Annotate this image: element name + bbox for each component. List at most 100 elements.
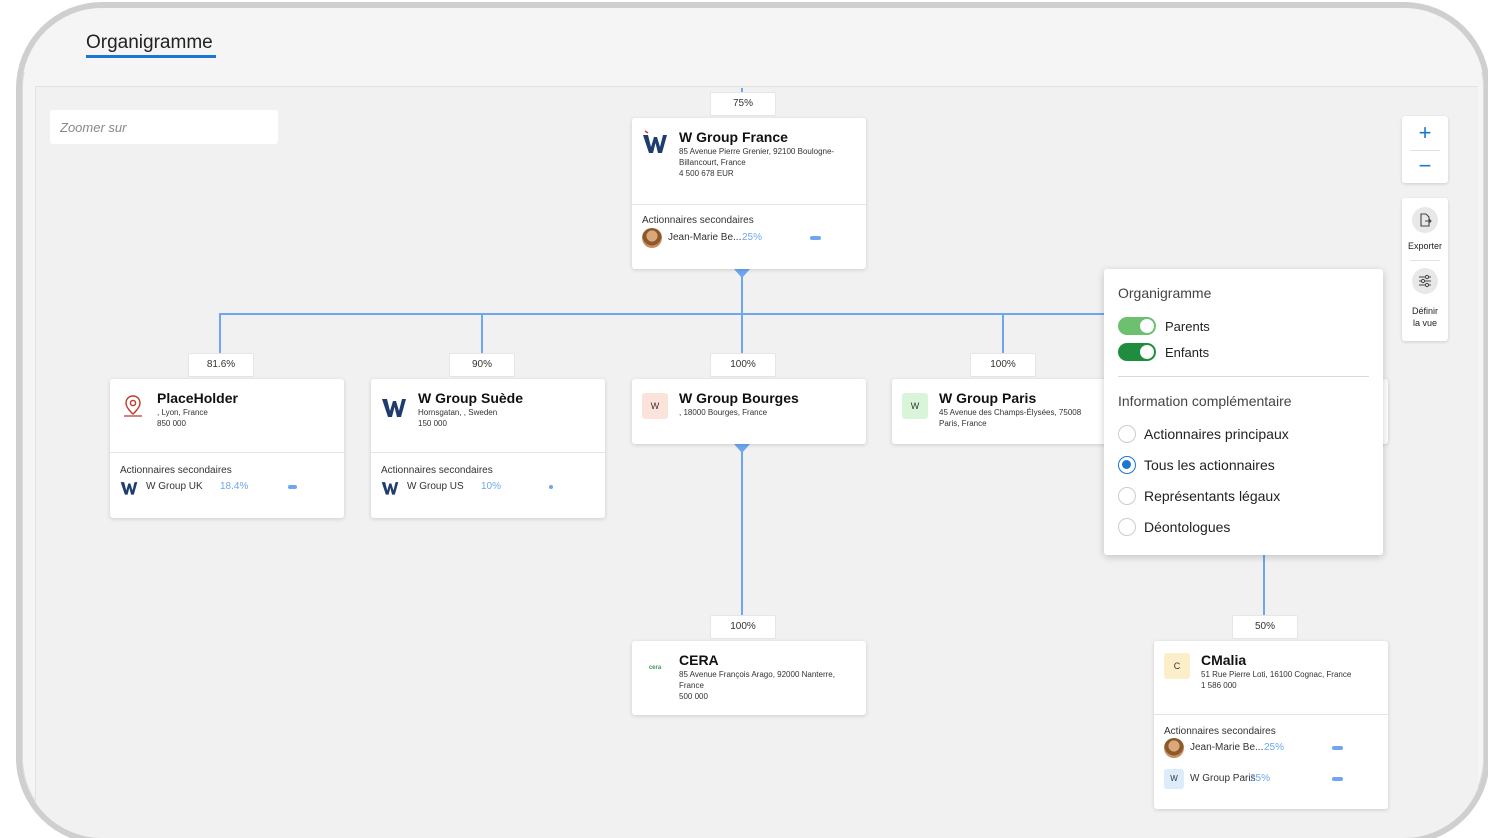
address-line: , Lyon, France (157, 408, 208, 417)
node-address: 85 Avenue François Arago, 92000 Nanterre… (679, 669, 859, 702)
node-capital: 1 586 000 (1201, 681, 1237, 690)
radio-compliance-officers[interactable] (1118, 518, 1136, 536)
connector-line (741, 445, 743, 617)
node-address: 51 Rue Pierre Loti, 16100 Cognac, France… (1201, 669, 1381, 691)
org-node-cmalia[interactable]: C CMalia 51 Rue Pierre Loti, 16100 Cogna… (1154, 641, 1388, 809)
org-node-placeholder[interactable]: PlaceHolder , Lyon, France 850 000 Actio… (110, 379, 344, 518)
shareholder-row[interactable]: W W Group Paris 25% (1164, 769, 1374, 789)
page-title[interactable]: Organigramme (86, 32, 213, 54)
radio-legal-representatives[interactable] (1118, 487, 1136, 505)
divider (1410, 260, 1440, 261)
shareholder-bar (1332, 746, 1343, 750)
address-line: Billancourt, France (679, 158, 746, 167)
shareholder-bar (1332, 777, 1343, 781)
shareholder-row[interactable]: W Group UK 18.4% (120, 477, 330, 497)
org-node-w-group-bourges[interactable]: W W Group Bourges , 18000 Bourges, Franc… (632, 379, 866, 444)
secondary-shareholders-label: Actionnaires secondaires (120, 465, 232, 476)
top-bar: Organigramme (22, 8, 1484, 72)
w-group-logo-icon (643, 130, 667, 153)
shareholder-row[interactable]: W Group US 10% (381, 477, 591, 497)
active-tab-indicator (86, 55, 216, 58)
shareholder-name: W Group US (407, 481, 464, 492)
node-capital: 500 000 (679, 692, 708, 701)
define-view-label[interactable]: la vue (1402, 317, 1448, 329)
shareholder-name: Jean-Marie Be... (668, 232, 742, 243)
location-pin-icon (124, 395, 142, 417)
settings-sliders-icon[interactable] (1412, 268, 1438, 294)
w-group-logo-icon (381, 482, 399, 495)
radio-main-shareholders[interactable] (1118, 425, 1136, 443)
shareholder-bar (810, 236, 821, 240)
shareholder-percentage: 10% (481, 481, 502, 492)
define-view-label[interactable]: Définir (1402, 305, 1448, 317)
address-line: 85 Avenue François Arago, 92000 Nanterre… (679, 670, 835, 679)
secondary-shareholders-label: Actionnaires secondaires (1164, 726, 1276, 737)
expand-arrow-icon[interactable] (734, 269, 750, 278)
radio-label: Représentants légaux (1144, 488, 1281, 504)
connector-line (219, 313, 1105, 315)
radio-all-shareholders[interactable] (1118, 456, 1136, 474)
avatar (1164, 738, 1184, 758)
divider (632, 204, 866, 205)
company-initial-badge: W (642, 393, 668, 419)
secondary-shareholders-label: Actionnaires secondaires (381, 465, 493, 476)
shareholder-percentage: 25% (742, 232, 763, 243)
shareholder-percentage: 18.4% (220, 481, 249, 492)
node-capital: 4 500 678 EUR (679, 169, 734, 178)
ownership-percentage: 81.6% (188, 353, 254, 377)
toggle-knob (1140, 319, 1154, 333)
node-address: 85 Avenue Pierre Grenier, 92100 Boulogne… (679, 146, 859, 179)
node-name: CMalia (1201, 652, 1247, 668)
expand-arrow-icon[interactable] (734, 444, 750, 453)
ownership-percentage: 50% (1232, 615, 1298, 639)
node-address: , 18000 Bourges, France (679, 407, 859, 418)
shareholder-name: W Group Paris (1190, 773, 1256, 784)
address-line: 45 Avenue des Champs-Élysées, 75008 (939, 408, 1082, 417)
w-group-logo-icon (382, 399, 406, 417)
panel-title: Organigramme (1118, 285, 1212, 301)
w-group-logo-icon (120, 482, 138, 495)
shareholder-name: Jean-Marie Be... (1190, 742, 1264, 753)
node-address: , Lyon, France 850 000 (157, 407, 337, 429)
parents-toggle[interactable] (1118, 317, 1156, 335)
shareholder-row[interactable]: Jean-Marie Be... 25% (642, 228, 852, 248)
node-name: W Group Paris (939, 390, 1037, 406)
ownership-percentage: 100% (970, 353, 1036, 377)
toggle-knob (1140, 345, 1154, 359)
node-address: Hornsgatan, , Sweden 150 000 (418, 407, 598, 429)
zoom-in-button[interactable]: + (1402, 120, 1448, 146)
parents-toggle-label: Parents (1165, 319, 1210, 334)
org-node-w-group-france[interactable]: W Group France 85 Avenue Pierre Grenier,… (632, 118, 866, 269)
additional-info-heading: Information complémentaire (1118, 393, 1292, 409)
children-toggle-label: Enfants (1165, 345, 1210, 360)
node-name: PlaceHolder (157, 390, 238, 406)
children-toggle[interactable] (1118, 343, 1156, 361)
node-capital: 850 000 (157, 419, 186, 428)
address-line: Hornsgatan, , Sweden (418, 408, 498, 417)
address-line: , 18000 Bourges, France (679, 408, 768, 417)
ownership-percentage: 100% (710, 353, 776, 377)
shareholder-row[interactable]: Jean-Marie Be... 25% (1164, 738, 1374, 758)
side-toolbar: Exporter Définir la vue (1402, 198, 1448, 341)
zoom-search-input[interactable] (50, 110, 278, 144)
address-line: France (679, 681, 704, 690)
org-node-cera[interactable]: cera CERA 85 Avenue François Arago, 9200… (632, 641, 866, 715)
export-button-label[interactable]: Exporter (1400, 240, 1450, 252)
company-initial-badge: W (902, 393, 928, 419)
shareholder-bar (549, 485, 553, 489)
zoom-out-button[interactable]: − (1402, 153, 1448, 179)
cera-logo-icon: cera (642, 655, 668, 681)
shareholder-percentage: 25% (1264, 742, 1285, 753)
address-line: 85 Avenue Pierre Grenier, 92100 Boulogne… (679, 147, 835, 156)
node-capital: 150 000 (418, 419, 447, 428)
divider (1410, 150, 1440, 151)
node-name: CERA (679, 652, 719, 668)
avatar (642, 228, 662, 248)
export-icon[interactable] (1412, 207, 1438, 233)
node-address: 45 Avenue des Champs-Élysées, 75008 Pari… (939, 407, 1109, 429)
org-node-w-group-suede[interactable]: W Group Suède Hornsgatan, , Sweden 150 0… (371, 379, 605, 518)
ownership-percentage: 75% (710, 92, 776, 116)
radio-label: Actionnaires principaux (1144, 426, 1289, 442)
divider (110, 452, 344, 453)
address-line: 51 Rue Pierre Loti, 16100 Cognac, France (1201, 670, 1352, 679)
